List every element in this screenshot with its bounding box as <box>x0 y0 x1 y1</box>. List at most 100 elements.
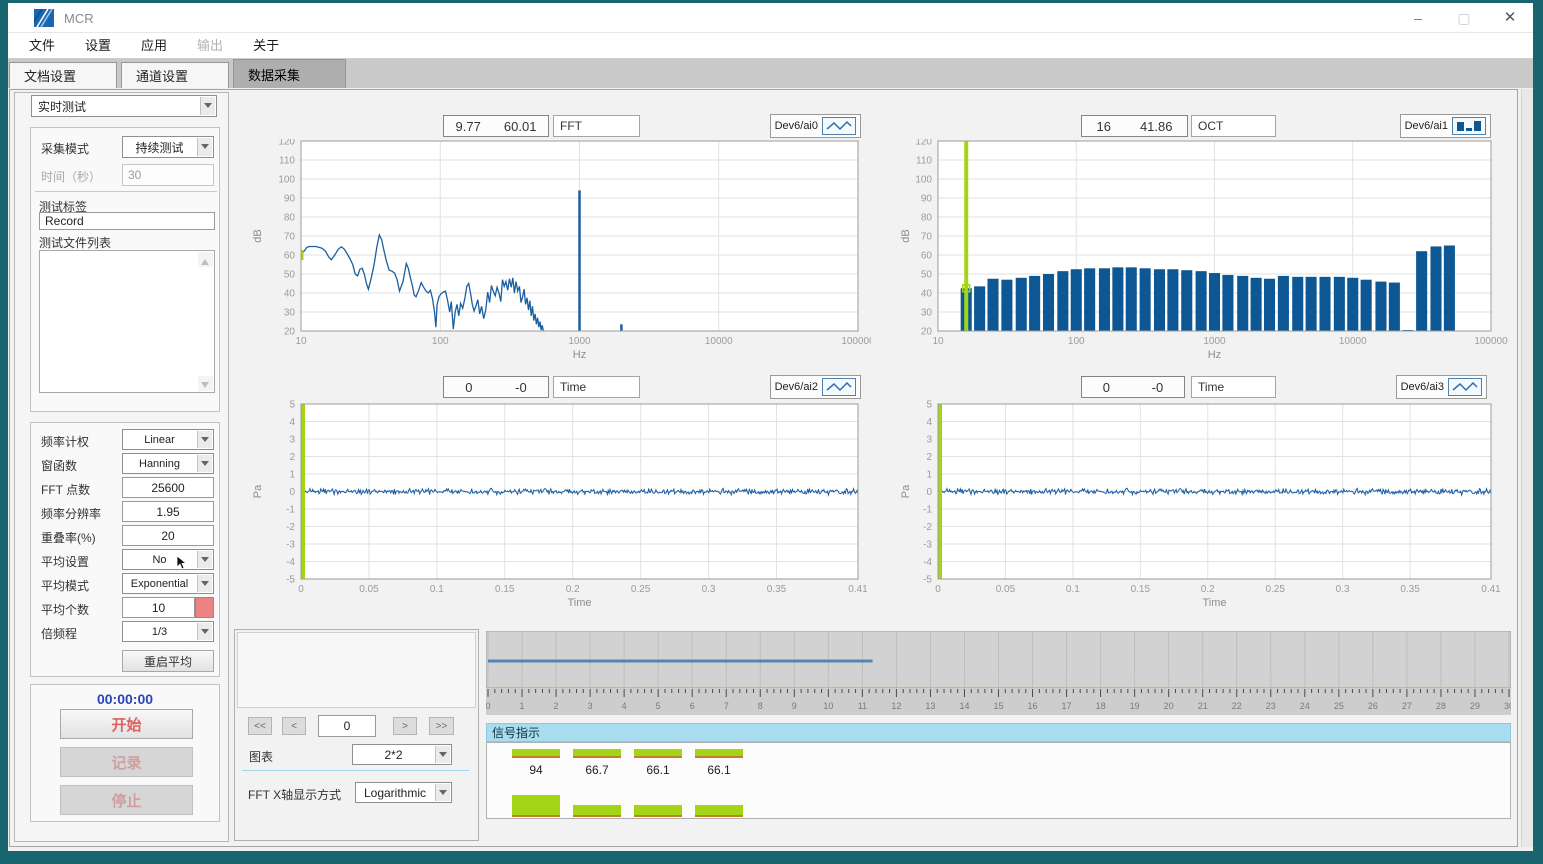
svg-text:2: 2 <box>289 452 295 463</box>
svg-text:12: 12 <box>891 701 901 711</box>
svg-text:3: 3 <box>926 435 932 446</box>
start-button[interactable]: 开始 <box>60 709 193 739</box>
svg-text:28: 28 <box>1436 701 1446 711</box>
close-button[interactable]: ✕ <box>1487 3 1533 33</box>
svg-text:100: 100 <box>1068 336 1085 347</box>
mouse-cursor <box>176 556 188 570</box>
svg-text:21: 21 <box>1198 701 1208 711</box>
bar-chart-icon <box>1452 117 1486 135</box>
svg-text:120: 120 <box>278 139 295 148</box>
svg-text:0.2: 0.2 <box>1201 584 1215 595</box>
fft-plot[interactable]: 2030405060708090100110120101001000100001… <box>241 139 871 361</box>
setting-select-1[interactable]: Hanning <box>122 453 214 474</box>
svg-text:0.35: 0.35 <box>1400 584 1420 595</box>
acq-mode-select[interactable]: 持续测试 <box>122 136 214 158</box>
setting-input-4[interactable]: 20 <box>122 525 214 546</box>
svg-text:-3: -3 <box>923 540 932 551</box>
svg-text:110: 110 <box>916 156 932 167</box>
fft-cursor-readout: 9.77 60.01 <box>443 115 549 137</box>
svg-text:2: 2 <box>554 701 559 711</box>
menu-item-0[interactable]: 文件 <box>14 33 70 58</box>
sidebar: 实时测试 采集模式 持续测试 时间（秒） 30 测试标签 Record 测试文件… <box>14 92 229 842</box>
svg-text:-2: -2 <box>923 522 932 533</box>
svg-text:22: 22 <box>1232 701 1242 711</box>
svg-text:10000: 10000 <box>1339 336 1367 347</box>
line-chart-icon <box>822 378 856 396</box>
setting-select-6[interactable]: Exponential <box>122 573 214 594</box>
svg-text:0.1: 0.1 <box>1066 584 1080 595</box>
time-ai3-title-box[interactable]: Time <box>1191 376 1276 398</box>
time-ai2-plot[interactable]: -5-4-3-2-101234500.050.10.150.20.250.30.… <box>241 400 871 615</box>
svg-text:4: 4 <box>622 701 627 711</box>
svg-text:20: 20 <box>1164 701 1174 711</box>
svg-text:100000: 100000 <box>841 336 871 347</box>
setting-label-2: FFT 点数 <box>41 481 90 498</box>
svg-text:Pa: Pa <box>252 484 264 498</box>
fft-axis-mode-select[interactable]: Logarithmic <box>355 782 452 803</box>
svg-text:dB: dB <box>252 229 264 242</box>
scroll-down-icon[interactable] <box>198 376 213 391</box>
tab-1[interactable]: 通道设置 <box>121 62 229 88</box>
test-mode-select[interactable]: 实时测试 <box>31 95 217 117</box>
maximize-button[interactable]: ▢ <box>1441 3 1487 33</box>
time-ai3-plot[interactable]: -5-4-3-2-101234500.050.10.150.20.250.30.… <box>901 400 1518 615</box>
setting-input-3[interactable]: 1.95 <box>122 501 214 522</box>
svg-text:100: 100 <box>278 175 295 186</box>
svg-text:8: 8 <box>758 701 763 711</box>
restart-average-button[interactable]: 重启平均 <box>122 650 214 672</box>
nav-first-button[interactable]: << <box>248 717 272 735</box>
svg-text:0.41: 0.41 <box>848 584 868 595</box>
time-ai2-device-box[interactable]: Dev6/ai2 <box>770 375 861 399</box>
oct-title-box[interactable]: OCT <box>1191 115 1276 137</box>
menu-item-2[interactable]: 应用 <box>126 33 182 58</box>
time-ai3-device-box[interactable]: Dev6/ai3 <box>1396 375 1487 399</box>
menu-item-1[interactable]: 设置 <box>70 33 126 58</box>
right-gutter <box>1521 89 1533 847</box>
page-number-input[interactable]: 0 <box>318 715 376 737</box>
svg-text:5: 5 <box>289 400 295 411</box>
svg-text:80: 80 <box>284 213 296 224</box>
setting-select-5[interactable]: No <box>122 549 214 570</box>
svg-text:1: 1 <box>520 701 525 711</box>
svg-text:Time: Time <box>1202 597 1226 609</box>
svg-text:90: 90 <box>284 194 296 205</box>
record-timeline[interactable]: 0123456789101112131415161718192021222324… <box>486 631 1511 715</box>
svg-text:5: 5 <box>926 400 932 411</box>
tab-2-active[interactable]: 数据采集 <box>233 59 346 88</box>
menu-item-4[interactable]: 关于 <box>238 33 294 58</box>
chart-layout-select[interactable]: 2*2 <box>352 744 452 765</box>
test-file-list[interactable] <box>39 250 215 393</box>
setting-input-7[interactable]: 10 <box>122 597 195 618</box>
nav-last-button[interactable]: >> <box>429 717 454 735</box>
svg-text:-4: -4 <box>923 557 932 568</box>
svg-text:dB: dB <box>901 229 912 242</box>
signal-level-bar-2 <box>634 749 682 758</box>
svg-text:3: 3 <box>289 435 295 446</box>
stop-button: 停止 <box>60 785 193 815</box>
scroll-up-icon[interactable] <box>198 252 213 267</box>
minimize-button[interactable]: – <box>1395 3 1441 33</box>
svg-text:16: 16 <box>1028 701 1038 711</box>
fft-device-label: Dev6/ai0 <box>775 120 818 132</box>
analysis-settings-group: 重启平均 频率计权Linear窗函数HanningFFT 点数25600频率分辨… <box>30 422 220 677</box>
fft-cursor-x: 9.77 <box>456 119 481 134</box>
fft-device-box[interactable]: Dev6/ai0 <box>770 114 861 138</box>
setting-label-3: 频率分辨率 <box>41 505 101 522</box>
svg-text:29: 29 <box>1470 701 1480 711</box>
nav-next-button[interactable]: > <box>393 717 417 735</box>
svg-text:-5: -5 <box>286 575 295 586</box>
fft-axis-mode-label: FFT X轴显示方式 <box>248 786 341 803</box>
tab-0[interactable]: 文档设置 <box>9 62 117 88</box>
setting-select-8[interactable]: 1/3 <box>122 621 214 642</box>
test-tag-input[interactable]: Record <box>39 212 215 230</box>
time-ai3-chart-panel: 0 -0 Time Dev6/ai3 -5-4-3-2-101234500.05… <box>901 374 1518 617</box>
oct-device-box[interactable]: Dev6/ai1 <box>1400 114 1491 138</box>
setting-input-2[interactable]: 25600 <box>122 477 214 498</box>
nav-prev-button[interactable]: < <box>282 717 306 735</box>
time-ai2-title-box[interactable]: Time <box>553 376 640 398</box>
oct-plot[interactable]: 2030405060708090100110120101001000100001… <box>901 139 1518 361</box>
svg-text:30: 30 <box>921 308 933 319</box>
fft-title-box[interactable]: FFT <box>553 115 640 137</box>
setting-select-0[interactable]: Linear <box>122 429 214 450</box>
signal-value-0: 94 <box>512 763 560 777</box>
